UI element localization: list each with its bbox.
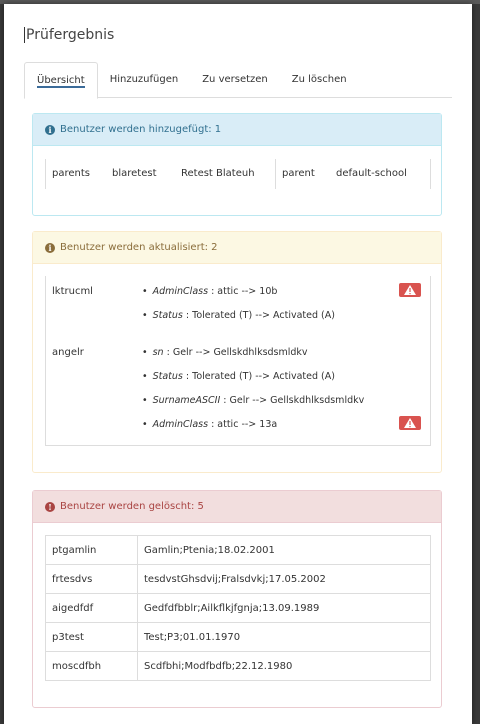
table-row: frtesdvs tesdvstGhsdvij;Fralsdvkj;17.05.… (45, 564, 431, 594)
table-row: aigedfdf Gedfdfbblr;Ailkflkjfgnja;13.09.… (45, 593, 431, 623)
added-user-login: blaretest (112, 168, 157, 179)
added-panel-heading: i Benutzer werden hinzugefügt: 1 (33, 114, 441, 146)
added-users-panel: i Benutzer werden hinzugefügt: 1 parents… (32, 113, 442, 216)
updated-users-table: lktrucml • AdminClass : attic --> 10b • St… (45, 276, 431, 446)
login-cell: aigedfdf (45, 593, 138, 623)
table-row: p3test Test;P3;01.01.1970 (45, 622, 431, 652)
details-cell: tesdvstGhsdvij;Fralsdvkj;17.05.2002 (137, 564, 431, 594)
login-cell: ptgamlin (45, 535, 138, 565)
tab-to-add[interactable]: Hinzuzufügen (98, 62, 191, 98)
deleted-heading-text: Benutzer werden gelöscht: 5 (60, 500, 204, 512)
details-cell: Gedfdfbblr;Ailkflkjfgnja;13.09.1989 (137, 593, 431, 623)
details-cell: Test;P3;01.01.1970 (137, 622, 431, 652)
info-icon: i (45, 242, 55, 253)
details-cell: Scdfbhi;Modfbdfb;22.12.1980 (137, 651, 431, 681)
warning-icon (399, 416, 421, 430)
tab-overview[interactable]: Übersicht (24, 62, 98, 99)
details-cell: Gamlin;Ptenia;18.02.2001 (137, 535, 431, 565)
added-heading-text: Benutzer werden hinzugefügt: 1 (60, 123, 222, 135)
tab-to-move[interactable]: Zu versetzen (190, 62, 280, 98)
info-icon: i (45, 124, 55, 135)
updated-users-panel: i Benutzer werden aktualisiert: 2 lktruc… (32, 231, 442, 473)
column-divider (275, 159, 276, 189)
added-user-type: parent (282, 168, 315, 179)
deleted-users-panel: ! Benutzer werden gelöscht: 5 ptgamlin G… (32, 490, 442, 708)
login-cell: p3test (45, 622, 138, 652)
tab-bar: Übersicht Hinzuzufügen Zu versetzen Zu l… (24, 62, 452, 99)
table-row: moscdfbh Scdfbhi;Modfbdfb;22.12.1980 (45, 651, 431, 681)
login-cell: frtesdvs (45, 564, 138, 594)
change-item: • AdminClass : attic --> 10b (142, 286, 278, 297)
added-user-row: parents blaretest Retest Blateuh parent … (45, 159, 431, 189)
change-item: • SurnameASCII : Gelr --> Gellskdhlksdsml… (142, 395, 365, 406)
updated-user-name: angelr (52, 347, 84, 358)
updated-panel-heading: i Benutzer werden aktualisiert: 2 (33, 232, 441, 264)
change-item: • Status : Tolerated (T) --> Activated (A… (142, 310, 335, 321)
added-user-role: parents (52, 168, 90, 179)
added-user-school: default-school (336, 168, 407, 179)
change-item: • AdminClass : attic --> 13a (142, 419, 278, 430)
updated-user-name: lktrucml (52, 286, 93, 297)
login-cell: moscdfbh (45, 651, 138, 681)
alert-circle-icon: ! (45, 501, 55, 512)
results-modal: Prüfergebnis Übersicht Hinzuzufügen Zu v… (4, 4, 472, 724)
change-item: • Status : Tolerated (T) --> Activated (A… (142, 371, 335, 382)
added-user-fullname: Retest Blateuh (181, 168, 255, 179)
modal-title: Prüfergebnis (24, 27, 115, 43)
deleted-users-table: ptgamlin Gamlin;Ptenia;18.02.2001 frtesd… (45, 535, 431, 681)
table-row: ptgamlin Gamlin;Ptenia;18.02.2001 (45, 535, 431, 565)
deleted-panel-heading: ! Benutzer werden gelöscht: 5 (33, 491, 441, 523)
change-item: • sn : Gelr --> Gellskdhlksdsmldkv (142, 347, 308, 358)
updated-heading-text: Benutzer werden aktualisiert: 2 (60, 241, 218, 253)
warning-icon (399, 283, 421, 297)
tab-to-delete[interactable]: Zu löschen (280, 62, 359, 98)
